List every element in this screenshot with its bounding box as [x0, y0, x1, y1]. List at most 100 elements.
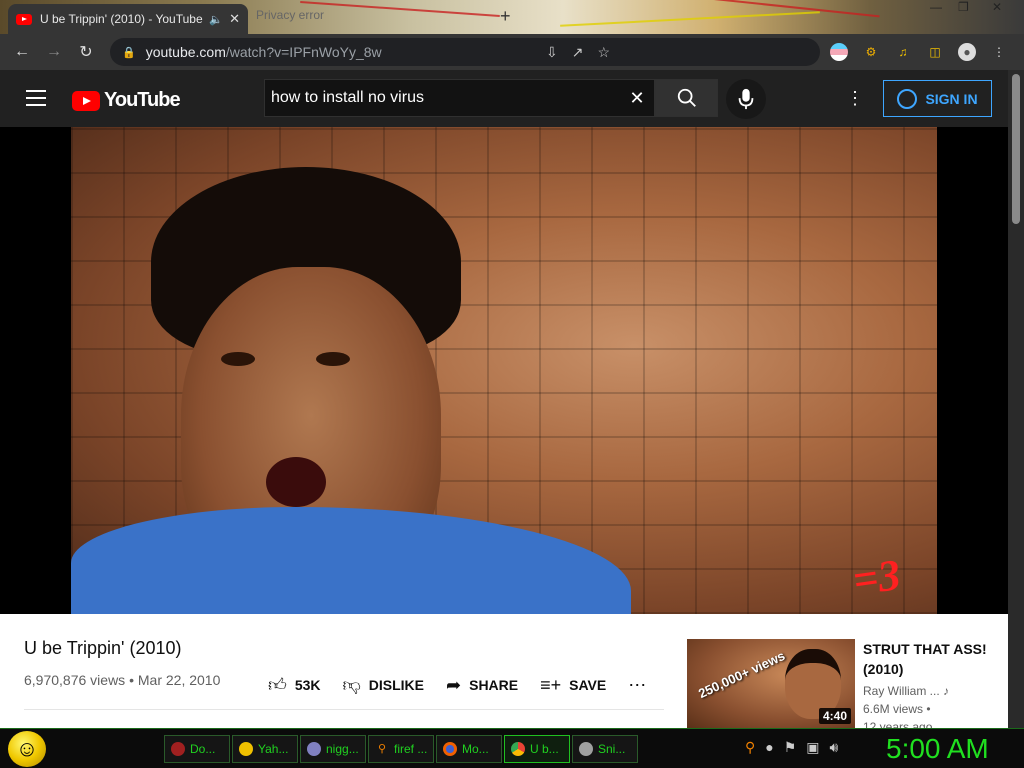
search-button[interactable]	[655, 79, 718, 117]
video-duration: 4:40	[818, 708, 851, 724]
install-app-icon[interactable]: ⇩	[546, 44, 558, 61]
divider	[24, 709, 664, 710]
video-title: U be Trippin' (2010)	[24, 638, 182, 658]
microphone-icon	[738, 88, 754, 110]
youtube-logo[interactable]: YouTube	[72, 89, 181, 112]
video-subject-mouth	[266, 457, 326, 507]
share-button[interactable]: ➦ SHARE	[446, 675, 518, 696]
recommended-title[interactable]: STRUT THAT ASS! (2010)	[863, 639, 993, 679]
video-player[interactable]: =3	[0, 127, 1008, 614]
save-label: SAVE	[569, 677, 607, 693]
minimize-icon[interactable]: —	[930, 0, 942, 14]
save-button[interactable]: ≡+ SAVE	[540, 675, 606, 696]
thumbs-up-icon: 👍︎	[268, 675, 287, 695]
tab-strip: U be Trippin' (2010) - YouTube 🔈 ✕ Priva…	[0, 0, 1024, 34]
forward-icon[interactable]: →	[38, 43, 70, 61]
side-panel-icon[interactable]: ◫	[926, 43, 944, 61]
extension-flag-icon[interactable]	[830, 43, 848, 61]
dislike-label: DISLIKE	[368, 677, 425, 693]
taskbar-item-label: Sni...	[598, 742, 626, 756]
browser-toolbar: ← → ↻ 🔒 youtube.com/watch?v=IPFnWoYy_8w …	[0, 34, 1024, 70]
like-button[interactable]: 👍︎ 53K	[268, 674, 321, 696]
volume-icon[interactable]: 🔊︎	[830, 739, 839, 756]
taskbar-items: Do... Yah... nigg... ⚲ firef ... Mo... U …	[164, 735, 638, 763]
thumbs-down-icon: 👎︎	[342, 675, 361, 695]
start-button-smiley-icon[interactable]: ☺	[8, 731, 46, 767]
video-subject-eye	[221, 352, 255, 366]
close-window-icon[interactable]: ✕	[992, 0, 1002, 14]
search-input[interactable]	[271, 89, 620, 107]
taskbar-item-label: nigg...	[326, 742, 359, 756]
media-controls-icon[interactable]: ♫	[894, 43, 912, 61]
close-tab-icon[interactable]: ✕	[229, 11, 240, 27]
account-icon	[897, 88, 918, 109]
view-count: 6,970,876 views	[24, 672, 126, 688]
extensions-puzzle-icon[interactable]: ⚙	[862, 43, 880, 61]
firefox-icon	[443, 742, 457, 756]
taskbar-item-search[interactable]: ⚲ firef ...	[368, 735, 434, 763]
reload-icon[interactable]: ↻	[70, 42, 102, 62]
taskbar-item-label: U b...	[530, 742, 559, 756]
taskbar-item-app[interactable]: nigg...	[300, 735, 366, 763]
search-box[interactable]: ✕	[264, 79, 655, 117]
sign-in-button[interactable]: SIGN IN	[883, 80, 992, 117]
more-horizontal-icon: ⋯	[628, 674, 647, 695]
share-icon[interactable]: ↗	[572, 44, 584, 61]
smiley-icon	[239, 742, 253, 756]
sign-in-label: SIGN IN	[925, 90, 978, 107]
search-icon: ⚲	[377, 743, 387, 755]
video-actions: 👍︎ 53K 👎︎ DISLIKE ➦ SHARE ≡+ SAVE ⋯	[268, 674, 668, 696]
new-tab-icon[interactable]: +	[500, 6, 511, 27]
restore-icon[interactable]: ❐	[958, 0, 969, 14]
url-path: /watch?v=IPFnWoYy_8w	[225, 44, 382, 60]
wallpaper-scribble	[300, 1, 500, 17]
wallpaper-scribble	[700, 0, 880, 18]
page-scrollbar[interactable]	[1008, 70, 1024, 728]
profile-avatar-icon[interactable]: ●	[958, 43, 976, 61]
taskbar-item-label: Do...	[190, 742, 216, 756]
recommended-channel[interactable]: Ray William ... ♪	[863, 684, 949, 698]
taskbar-item-label: Yah...	[258, 742, 289, 756]
taskbar-item-document[interactable]: Do...	[164, 735, 230, 763]
tab-active-youtube[interactable]: U be Trippin' (2010) - YouTube 🔈 ✕	[8, 4, 248, 34]
taskbar-item-chrome[interactable]: U b...	[504, 735, 570, 763]
more-options-icon[interactable]: ⋮	[846, 88, 864, 109]
document-icon	[171, 742, 185, 756]
share-arrow-icon: ➦	[446, 674, 462, 695]
hamburger-menu-icon[interactable]	[26, 90, 46, 111]
recommended-views: 6.6M views •	[863, 702, 931, 716]
address-bar[interactable]: 🔒 youtube.com/watch?v=IPFnWoYy_8w ⇩ ↗ ☆	[110, 38, 820, 66]
recommended-video[interactable]: 250,000+ views 4:40 STRUT THAT ASS! (201…	[687, 639, 1007, 734]
channel-name: Ray William ...	[863, 684, 940, 698]
tray-search-icon[interactable]: ⚲	[745, 739, 755, 756]
taskbar-item-snipping[interactable]: Sni...	[572, 735, 638, 763]
tab-privacy-error[interactable]: Privacy error	[256, 8, 324, 22]
scrollbar-thumb[interactable]	[1012, 74, 1020, 224]
clear-search-icon[interactable]: ✕	[620, 88, 654, 109]
network-warning-icon[interactable]: ⚑	[784, 739, 797, 756]
back-icon[interactable]: ←	[6, 43, 38, 61]
tray-status-icon[interactable]: ●	[765, 739, 773, 756]
taskbar-clock[interactable]: 5:00 AM	[886, 733, 989, 765]
taskbar-item-label: Mo...	[462, 742, 489, 756]
recommended-thumbnail[interactable]: 250,000+ views 4:40	[687, 639, 855, 728]
taskbar-item-yahoo[interactable]: Yah...	[232, 735, 298, 763]
playlist-add-icon: ≡+	[540, 674, 562, 695]
snipping-icon	[579, 742, 593, 756]
video-frame[interactable]: =3	[71, 127, 937, 614]
video-subject-eye	[316, 352, 350, 366]
chrome-menu-icon[interactable]: ⋮	[990, 43, 1008, 61]
lock-icon[interactable]: 🔒	[122, 46, 136, 59]
dislike-button[interactable]: 👎︎ DISLIKE	[343, 674, 425, 696]
bookmark-star-icon[interactable]: ☆	[597, 44, 610, 61]
watch-page-content: U be Trippin' (2010) 6,970,876 views • M…	[0, 614, 1008, 734]
network-icon[interactable]: ▣	[806, 739, 819, 756]
app-icon	[307, 742, 321, 756]
voice-search-button[interactable]	[726, 79, 766, 119]
video-meta: 6,970,876 views • Mar 22, 2010	[24, 672, 221, 688]
audio-playing-icon[interactable]: 🔈	[209, 13, 223, 26]
taskbar-item-firefox[interactable]: Mo...	[436, 735, 502, 763]
youtube-favicon-icon	[16, 13, 32, 25]
youtube-header: YouTube ✕ ⋮ SIGN IN	[0, 70, 1008, 127]
more-actions-button[interactable]: ⋯	[628, 675, 646, 696]
